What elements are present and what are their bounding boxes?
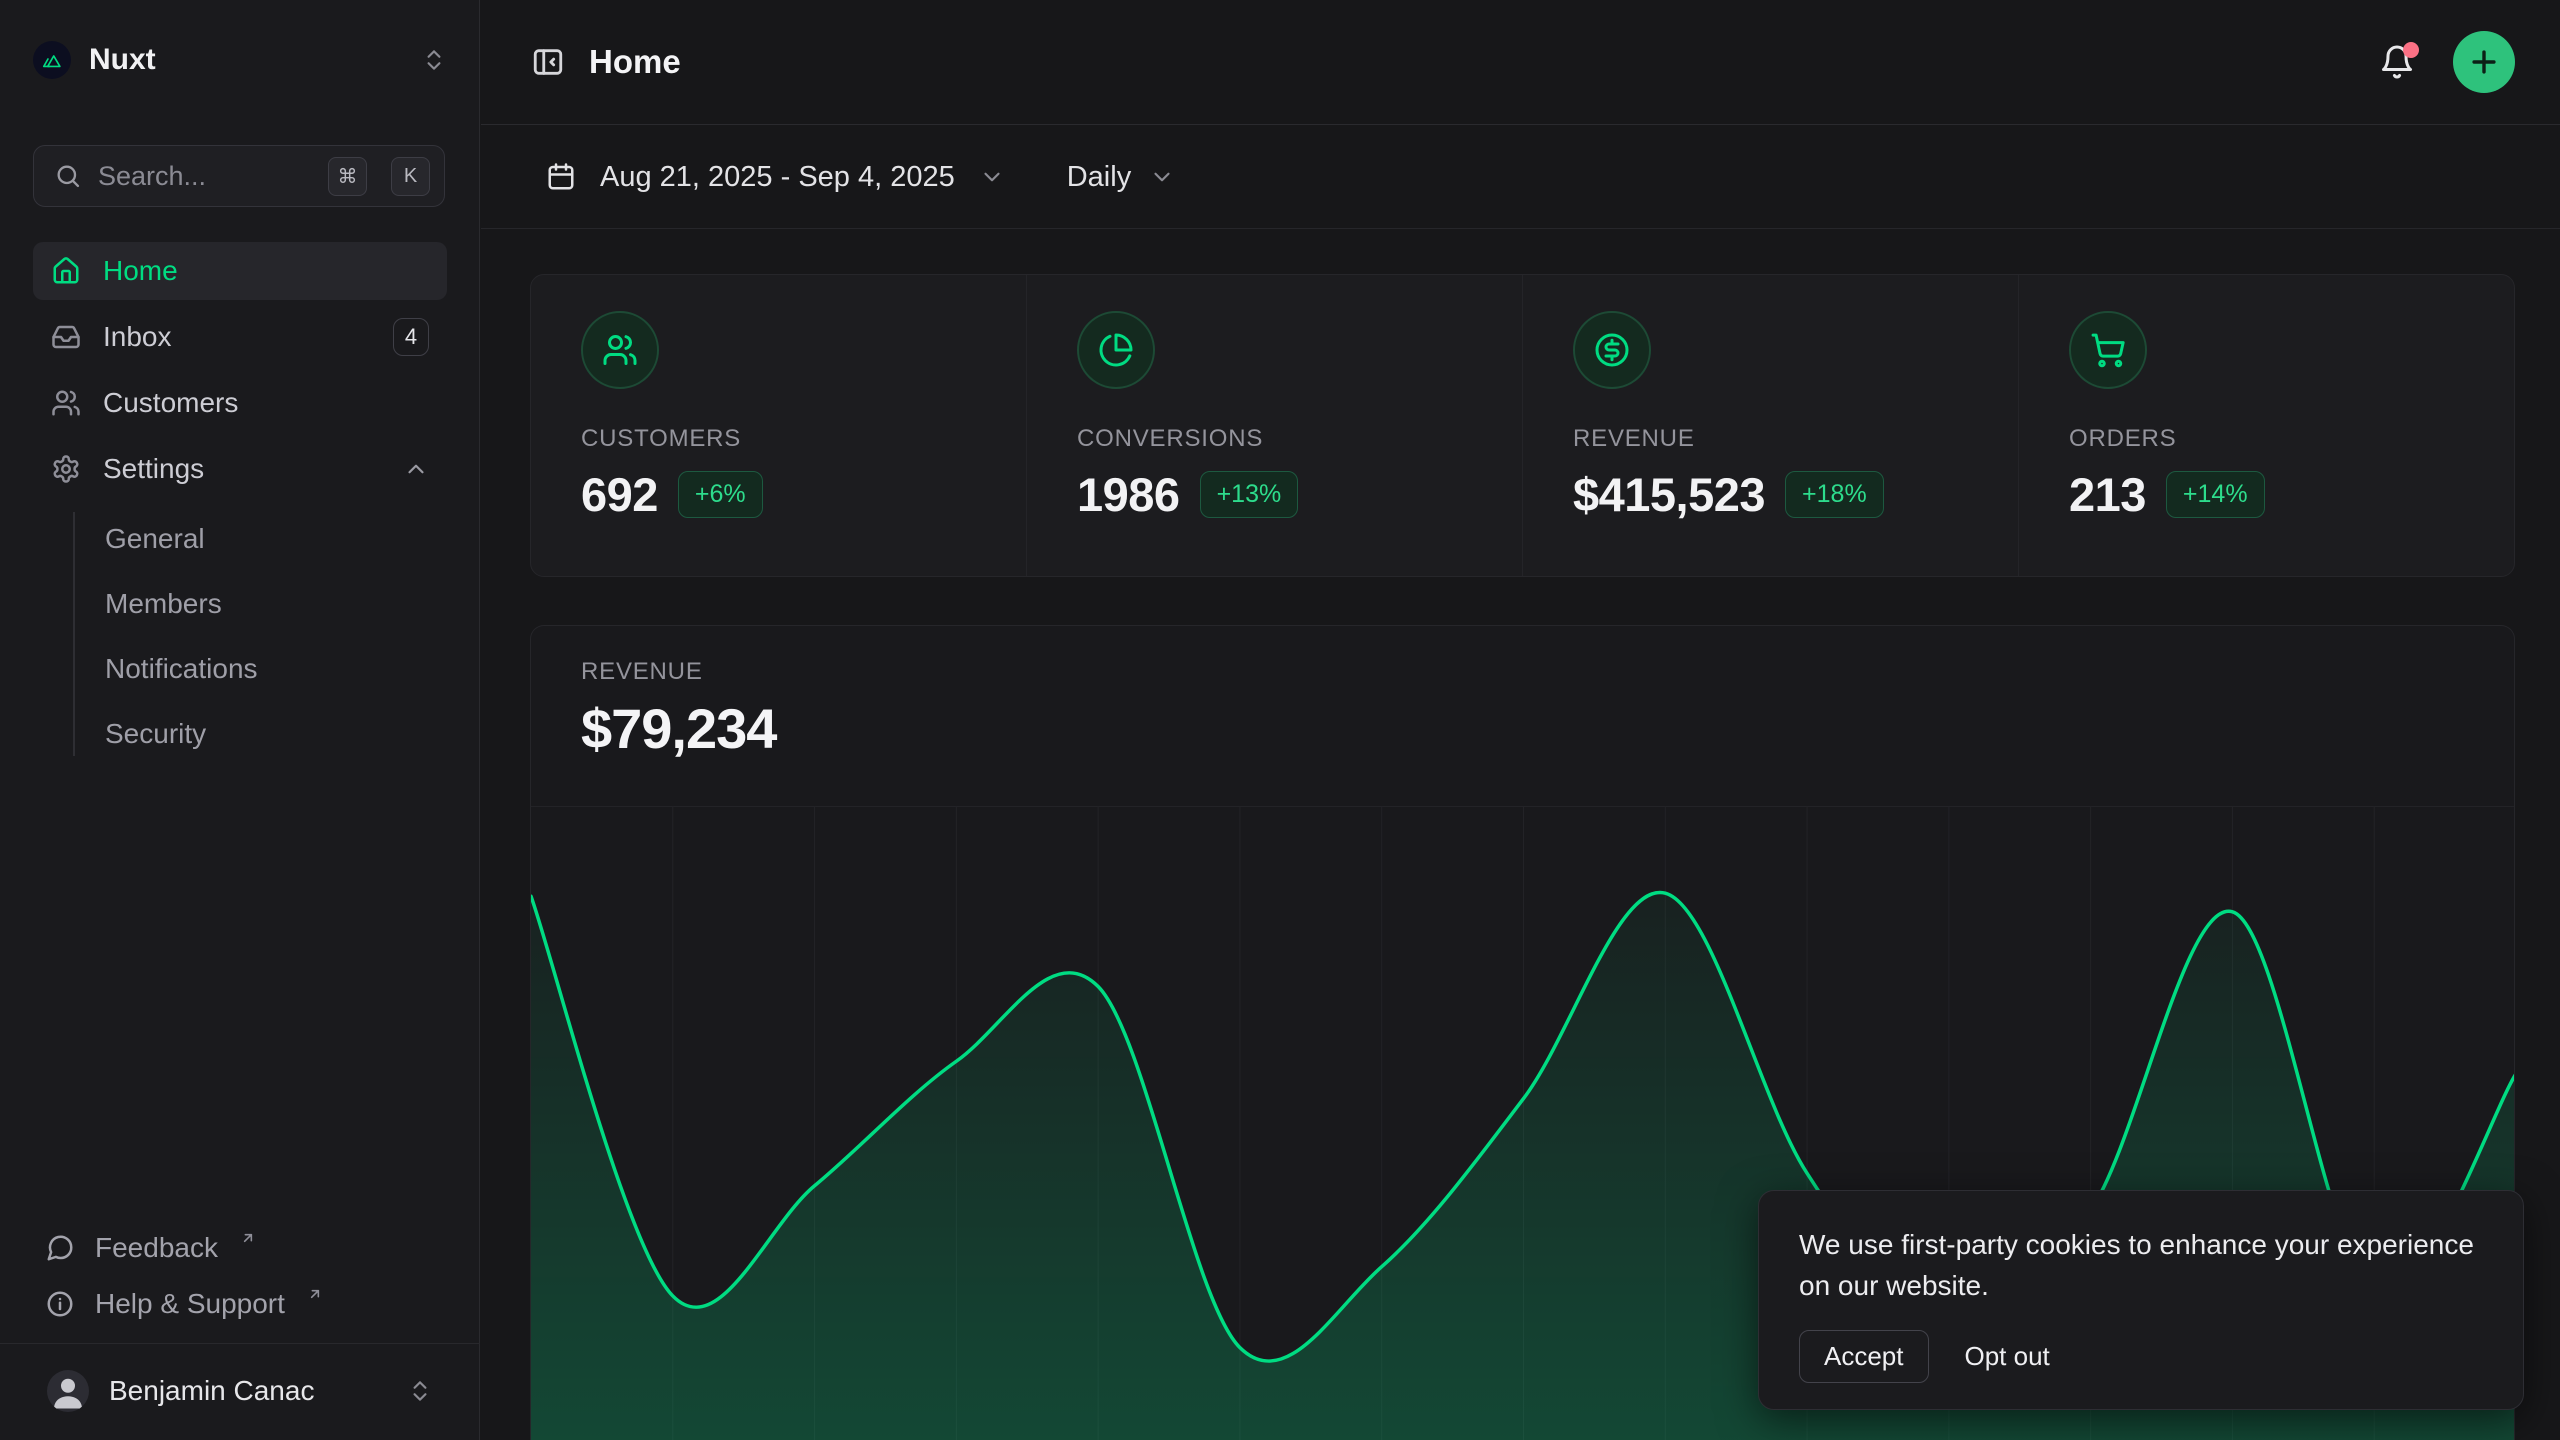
revenue-total: $79,234 [581, 696, 2514, 761]
chevron-down-icon [979, 164, 1005, 190]
sidebar-item-label: Customers [103, 387, 429, 419]
chevrons-up-down-icon [421, 47, 447, 73]
collapse-sidebar-icon[interactable] [531, 45, 565, 79]
granularity-select[interactable]: Daily [1067, 161, 1175, 194]
feedback-link[interactable]: Feedback [33, 1220, 447, 1276]
granularity-value: Daily [1067, 161, 1131, 194]
chevron-up-icon [403, 456, 429, 482]
date-range-picker[interactable]: Aug 21, 2025 - Sep 4, 2025 [546, 161, 1005, 194]
stat-delta-badge: +18% [1785, 471, 1884, 518]
help-support-link[interactable]: Help & Support [33, 1276, 447, 1332]
feedback-label: Feedback [95, 1232, 218, 1264]
sidebar-divider [0, 1343, 480, 1344]
sidebar-item-security[interactable]: Security [105, 701, 447, 766]
external-link-icon [307, 1286, 323, 1302]
stat-revenue[interactable]: REVENUE $415,523 +18% [1522, 275, 2018, 576]
inbox-icon [51, 322, 81, 352]
stat-label: REVENUE [1573, 425, 2018, 453]
home-icon [51, 256, 81, 286]
stat-delta-badge: +14% [2166, 471, 2265, 518]
user-name: Benjamin Canac [109, 1375, 387, 1407]
sidebar-item-customers[interactable]: Customers [33, 374, 447, 432]
user-menu[interactable]: Benjamin Canac [33, 1356, 447, 1426]
sidebar-item-label: Settings [103, 453, 381, 485]
search-icon [54, 162, 82, 190]
stat-orders[interactable]: ORDERS 213 +14% [2018, 275, 2514, 576]
users-icon [581, 311, 659, 389]
kbd-k: K [391, 157, 430, 196]
stat-conversions[interactable]: CONVERSIONS 1986 +13% [1026, 275, 1522, 576]
sidebar-item-settings[interactable]: Settings [33, 440, 447, 498]
stat-delta-badge: +6% [678, 471, 763, 518]
opt-out-button[interactable]: Opt out [1965, 1331, 2050, 1382]
stat-label: CUSTOMERS [581, 425, 1026, 453]
notifications-button[interactable] [2379, 44, 2415, 80]
external-link-icon [240, 1230, 256, 1246]
cookie-message: We use first-party cookies to enhance yo… [1799, 1225, 2483, 1306]
stat-customers[interactable]: CUSTOMERS 692 +6% [531, 275, 1026, 576]
nuxt-logo-icon [33, 41, 71, 79]
stat-value: 692 [581, 467, 658, 522]
gear-icon [51, 454, 81, 484]
calendar-icon [546, 162, 576, 192]
sidebar-nav: Home Inbox 4 Customers [33, 242, 447, 766]
stat-value: 1986 [1077, 467, 1180, 522]
notification-dot [2403, 42, 2419, 58]
sidebar-item-general[interactable]: General [105, 506, 447, 571]
stat-value: 213 [2069, 467, 2146, 522]
sidebar-item-members[interactable]: Members [105, 571, 447, 636]
plus-icon [2467, 45, 2501, 79]
circle-dollar-icon [1573, 311, 1651, 389]
help-support-label: Help & Support [95, 1288, 285, 1320]
accept-cookies-button[interactable]: Accept [1799, 1330, 1929, 1383]
sidebar-footer-links: Feedback Help & Support [33, 1220, 447, 1332]
chevron-down-icon [1149, 164, 1175, 190]
add-button[interactable] [2453, 31, 2515, 93]
top-header: Home [481, 0, 2560, 125]
sidebar: Nuxt ⌘ K Home [0, 0, 480, 1440]
search-bar[interactable]: ⌘ K [33, 145, 445, 207]
sidebar-item-label: Home [103, 255, 429, 287]
stat-value: $415,523 [1573, 467, 1765, 522]
filters-bar: Aug 21, 2025 - Sep 4, 2025 Daily [481, 126, 2560, 229]
search-input[interactable] [98, 161, 312, 192]
avatar [47, 1370, 89, 1412]
stat-label: ORDERS [2069, 425, 2514, 453]
stats-overview-card: CUSTOMERS 692 +6% CONVERSIONS 1986 +13% … [530, 274, 2515, 577]
shopping-cart-icon [2069, 311, 2147, 389]
workspace-switcher[interactable]: Nuxt [33, 36, 447, 84]
cookie-consent-toast: We use first-party cookies to enhance yo… [1758, 1190, 2524, 1410]
inbox-count-badge: 4 [393, 318, 429, 356]
pie-chart-icon [1077, 311, 1155, 389]
page-title: Home [589, 43, 2379, 81]
date-range-value: Aug 21, 2025 - Sep 4, 2025 [600, 161, 955, 194]
settings-submenu: General Members Notifications Security [33, 506, 447, 766]
info-circle-icon [45, 1289, 75, 1319]
kbd-meta: ⌘ [328, 157, 367, 196]
revenue-panel-label: REVENUE [581, 658, 2514, 686]
sidebar-item-notifications[interactable]: Notifications [105, 636, 447, 701]
sidebar-item-inbox[interactable]: Inbox 4 [33, 308, 447, 366]
stat-label: CONVERSIONS [1077, 425, 1522, 453]
message-bubble-icon [45, 1233, 75, 1263]
stat-delta-badge: +13% [1200, 471, 1299, 518]
sidebar-item-home[interactable]: Home [33, 242, 447, 300]
chevrons-up-down-icon [407, 1378, 433, 1404]
sidebar-item-label: Inbox [103, 321, 371, 353]
users-icon [51, 388, 81, 418]
workspace-name: Nuxt [89, 43, 403, 77]
